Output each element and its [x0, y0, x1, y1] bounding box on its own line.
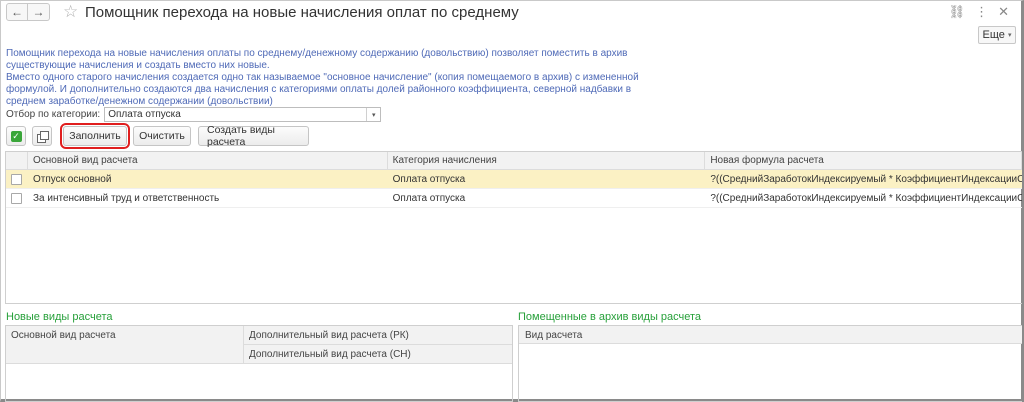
table-header: Основной вид расчета Категория начислени… [6, 152, 1022, 170]
title-bar: ← → ☆ Помощник перехода на новые начисле… [0, 0, 1021, 26]
chevron-down-icon: ▾ [1007, 32, 1012, 39]
category-filter: Отбор по категории: Оплата отпуска ▾ [6, 107, 382, 122]
more-button[interactable]: Еще ▾ [978, 26, 1016, 44]
favorite-star-icon[interactable]: ☆ [63, 2, 78, 22]
forward-button[interactable]: → [28, 3, 50, 21]
dropdown-arrow-icon[interactable]: ▾ [366, 108, 380, 121]
header-main-type[interactable]: Основной вид расчета [28, 152, 388, 169]
row-category: Оплата отпуска [392, 192, 466, 204]
new-types-header: Основной вид расчета Дополнительный вид … [6, 326, 512, 364]
row-formula: ?((СреднийЗаработокИндексируемый * Коэфф… [710, 173, 1022, 185]
description-line-2: Вместо одного старого начисления создает… [6, 72, 639, 107]
archived-types-title: Помещенные в архив виды расчета [518, 311, 702, 323]
check-all-button[interactable]: ✓ [6, 126, 26, 146]
row-checkbox-cell [6, 170, 28, 188]
close-icon[interactable]: ✕ [998, 4, 1009, 20]
back-button[interactable]: ← [6, 3, 28, 21]
window-title: Помощник перехода на новые начисления оп… [85, 4, 519, 21]
forward-arrow-icon: → [32, 5, 45, 19]
window-controls: ⛓ ⋮ ✕ [949, 4, 1009, 20]
menu-icon[interactable]: ⋮ [975, 4, 988, 20]
row-checkbox-cell [6, 189, 28, 207]
header-formula[interactable]: Новая формула расчета [705, 152, 1022, 169]
filter-label: Отбор по категории: [6, 109, 101, 120]
link-icon[interactable]: ⛓ [949, 4, 966, 20]
helper-description: Помощник перехода на новые начисления оп… [6, 48, 656, 108]
fill-button[interactable]: Заполнить [60, 123, 130, 149]
header-archived-type[interactable]: Вид расчета [519, 326, 1022, 344]
more-button-label: Еще [982, 29, 1005, 41]
check-all-icon: ✓ [10, 130, 22, 142]
row-formula: ?((СреднийЗаработокИндексируемый * Коэфф… [710, 192, 1022, 204]
header-main-type[interactable]: Основной вид расчета [6, 326, 244, 363]
row-checkbox[interactable] [11, 173, 23, 185]
filter-value: Оплата отпуска [108, 109, 181, 120]
new-types-table: Основной вид расчета Дополнительный вид … [5, 325, 513, 402]
row-checkbox[interactable] [11, 192, 23, 204]
table-row[interactable]: За интенсивный труд и ответственность Оп… [6, 189, 1022, 208]
category-filter-select[interactable]: Оплата отпуска ▾ [104, 107, 382, 122]
archived-types-table: Вид расчета [518, 325, 1022, 402]
clear-button[interactable]: Очистить [133, 126, 191, 146]
back-arrow-icon: ← [11, 5, 23, 19]
accruals-table: Основной вид расчета Категория начислени… [5, 151, 1022, 304]
copy-icon [36, 130, 49, 143]
description-line-1: Помощник перехода на новые начисления оп… [6, 48, 628, 71]
header-additional-rk[interactable]: Дополнительный вид расчета (РК) [244, 326, 512, 345]
table-row[interactable]: Отпуск основной Оплата отпуска ?((Средни… [6, 170, 1022, 189]
new-types-title: Новые виды расчета [6, 311, 113, 323]
nav-buttons: ← → [6, 3, 50, 21]
row-main-type: За интенсивный труд и ответственность [32, 192, 220, 204]
header-additional-sn[interactable]: Дополнительный вид расчета (СН) [244, 345, 512, 363]
header-checkbox-cell [6, 152, 28, 169]
header-additional-group: Дополнительный вид расчета (РК) Дополнит… [244, 326, 512, 363]
header-category[interactable]: Категория начисления [388, 152, 706, 169]
row-category: Оплата отпуска [392, 173, 466, 185]
uncheck-all-button[interactable] [32, 126, 52, 146]
toolbar: ✓ Заполнить Очистить Создать виды расчет… [6, 123, 309, 149]
create-types-button[interactable]: Создать виды расчета [198, 124, 309, 148]
row-main-type: Отпуск основной [32, 173, 112, 185]
